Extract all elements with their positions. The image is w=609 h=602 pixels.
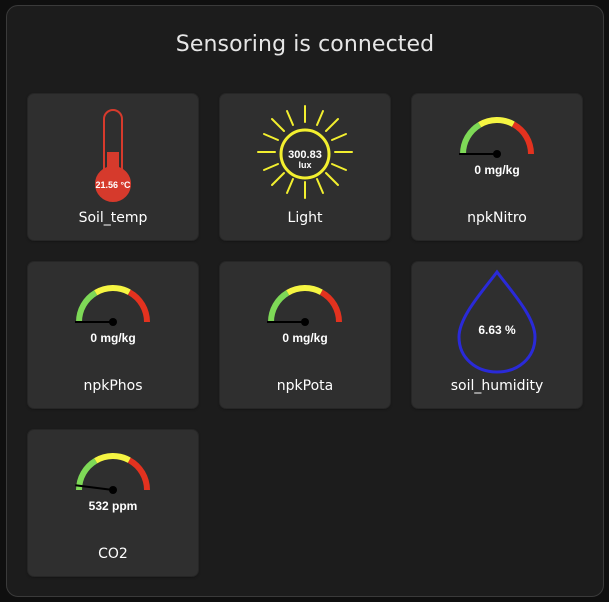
gauge-arc-segment [127, 289, 150, 323]
sensor-tile-npk-nitro[interactable]: 0 mg/kg npkNitro [412, 94, 582, 240]
npk-phos-label: npkPhos [83, 378, 143, 394]
gauge-needle-hub [109, 486, 117, 494]
page-title: Sensoring is connected [175, 32, 435, 57]
sensor-tile-soil-temp[interactable]: 21.56 °C Soil_temp [28, 94, 198, 240]
sensor-tile-npk-pota[interactable]: 0 mg/kg npkPota [220, 262, 390, 408]
dashboard-panel: Sensoring is connected 21.56 °C Soil_tem… [6, 5, 604, 597]
co2-value: 532 ppm [89, 499, 138, 513]
sensor-tile-light[interactable]: 300.83 lux Light [220, 94, 390, 240]
npk-phos-value: 0 mg/kg [90, 331, 135, 345]
thermometer-icon: 21.56 °C [95, 109, 131, 202]
npk-pota-value: 0 mg/kg [282, 331, 327, 345]
npk-nitro-label: npkNitro [467, 210, 527, 226]
gauge-arc-segment [511, 121, 534, 155]
npk-nitro-value: 0 mg/kg [474, 163, 519, 177]
gauge-arc-segment [268, 290, 290, 323]
gauge-arc-segment [76, 290, 98, 323]
light-label: Light [287, 210, 323, 226]
light-unit: lux [298, 160, 311, 170]
gauge-arc-segment [94, 285, 131, 296]
npk-pota-label: npkPota [276, 378, 334, 394]
soil-humidity-value: 6.63 % [478, 323, 516, 337]
soil-temp-value: 21.56 °C [95, 180, 131, 190]
gauge-needle-hub [493, 150, 501, 158]
co2-label: CO2 [98, 546, 128, 562]
gauge-icon: 0 mg/kg [75, 285, 150, 345]
gauge-needle-hub [109, 318, 117, 326]
gauge-arc-segment [286, 285, 323, 296]
gauge-arc-segment [127, 457, 150, 491]
gauge-icon: 532 ppm [75, 453, 150, 513]
gauge-arc-segment [319, 289, 342, 323]
gauge-arc-segment [460, 122, 482, 155]
sensor-tile-soil-humidity[interactable]: 6.63 % soil_humidity [412, 262, 582, 408]
sun-icon: 300.83 lux [257, 105, 353, 199]
gauge-arc-segment [94, 453, 131, 464]
soil-humidity-label: soil_humidity [450, 378, 544, 394]
gauge-needle-hub [301, 318, 309, 326]
sensor-tile-co2[interactable]: 532 ppm CO2 [28, 430, 198, 576]
gauge-arc-segment [478, 117, 515, 128]
water-drop-icon: 6.63 % [457, 269, 537, 374]
gauge-icon: 0 mg/kg [267, 285, 342, 345]
soil-temp-label: Soil_temp [78, 210, 148, 226]
sensor-tile-npk-phos[interactable]: 0 mg/kg npkPhos [28, 262, 198, 408]
gauge-icon: 0 mg/kg [459, 117, 534, 177]
